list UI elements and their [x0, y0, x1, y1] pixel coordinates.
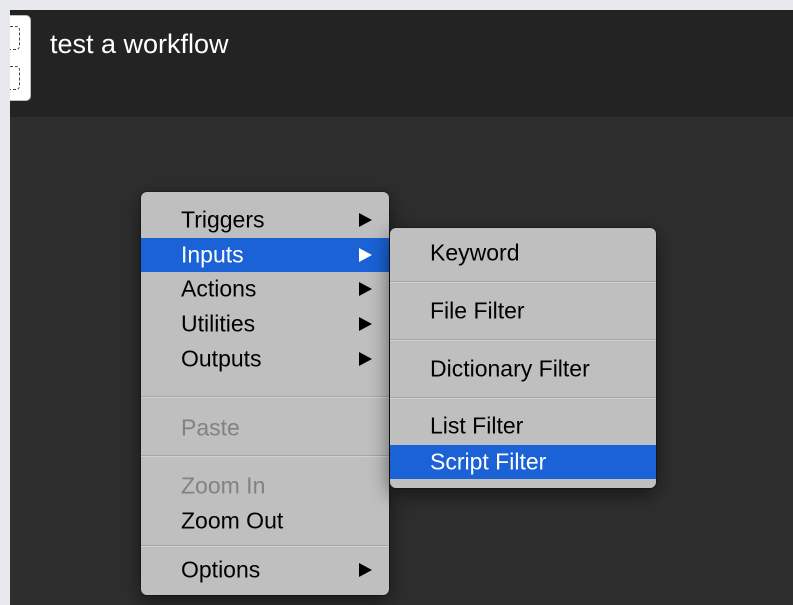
menu-item-outputs[interactable]: Outputs [141, 342, 389, 376]
menu-item-label: Triggers [181, 206, 265, 233]
menu-item-label: List Filter [430, 412, 524, 439]
context-menu: Triggers Inputs Actions Utilities Output… [141, 192, 389, 595]
menu-item-label: Zoom In [181, 472, 266, 499]
menu-item-label: Script Filter [430, 448, 547, 475]
menu-separator [390, 339, 656, 341]
inputs-submenu: Keyword File Filter Dictionary Filter Li… [390, 228, 656, 488]
menu-item-zoom-out[interactable]: Zoom Out [141, 503, 389, 539]
menu-item-label: Paste [181, 414, 240, 441]
submenu-arrow-icon [359, 282, 372, 296]
submenu-item-keyword[interactable]: Keyword [390, 234, 656, 272]
menu-item-utilities[interactable]: Utilities [141, 306, 389, 342]
submenu-item-script-filter[interactable]: Script Filter [390, 445, 656, 479]
icon-notch-bottom [10, 66, 20, 90]
submenu-arrow-icon [359, 213, 372, 227]
menu-separator [141, 545, 389, 547]
workflow-editor-window: test a workflow Triggers Inputs Actions … [10, 10, 793, 605]
menu-item-inputs[interactable]: Inputs [141, 238, 389, 272]
menu-item-label: Keyword [430, 239, 520, 266]
icon-notch-top [10, 26, 20, 50]
menu-item-label: Options [181, 556, 261, 583]
menu-item-actions[interactable]: Actions [141, 272, 389, 306]
menu-separator [390, 397, 656, 399]
submenu-arrow-icon [359, 563, 372, 577]
menu-item-options[interactable]: Options [141, 552, 389, 588]
submenu-item-dictionary-filter[interactable]: Dictionary Filter [390, 349, 656, 389]
submenu-arrow-icon [359, 352, 372, 366]
menu-item-triggers[interactable]: Triggers [141, 202, 389, 238]
menu-item-label: Dictionary Filter [430, 355, 590, 382]
submenu-item-file-filter[interactable]: File Filter [390, 291, 656, 331]
menu-separator [141, 455, 389, 457]
submenu-item-list-filter[interactable]: List Filter [390, 407, 656, 445]
workflow-icon[interactable] [10, 16, 30, 100]
menu-item-paste: Paste [141, 410, 389, 446]
menu-item-label: Zoom Out [181, 507, 284, 534]
menu-item-label: File Filter [430, 297, 525, 324]
submenu-arrow-icon [359, 317, 372, 331]
menu-item-label: Outputs [181, 345, 262, 372]
workflow-header: test a workflow [10, 10, 793, 117]
menu-item-label: Actions [181, 275, 257, 302]
workflow-title[interactable]: test a workflow [50, 29, 229, 60]
menu-item-label: Inputs [181, 241, 244, 268]
menu-item-zoom-in: Zoom In [141, 469, 389, 503]
menu-item-label: Utilities [181, 310, 256, 337]
submenu-arrow-icon [359, 248, 372, 262]
menu-separator [141, 396, 389, 398]
menu-separator [390, 281, 656, 283]
